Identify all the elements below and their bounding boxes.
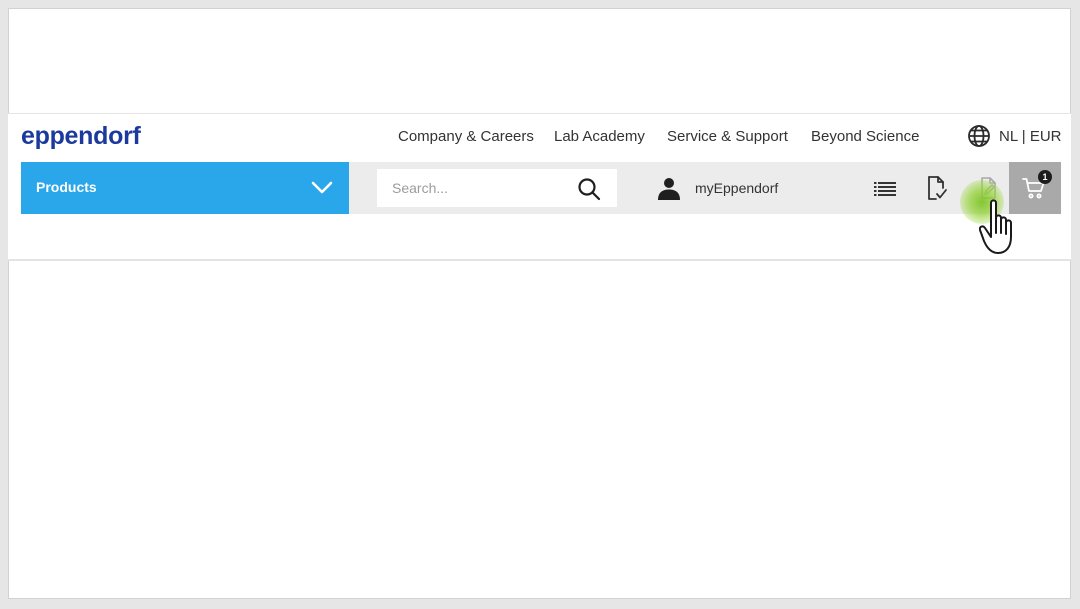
search-input[interactable] (377, 169, 567, 207)
globe-icon (968, 125, 990, 147)
site-header: eppendorf Company & Careers Lab Academy … (8, 113, 1071, 261)
screen-frame (8, 8, 1071, 599)
my-eppendorf-account[interactable]: myEppendorf (657, 175, 778, 201)
products-label: Products (36, 179, 97, 195)
language-currency-label: NL | EUR (999, 127, 1062, 145)
search-box (377, 169, 617, 207)
nav-link-beyond-science[interactable]: Beyond Science (811, 128, 919, 145)
user-icon (658, 178, 680, 200)
nav-link-service-support[interactable]: Service & Support (667, 128, 788, 145)
hand-pointer-cursor-icon (979, 199, 1012, 254)
main-navigation-bar: Products myEppendorf (21, 162, 1061, 214)
account-label: myEppendorf (695, 180, 779, 196)
search-icon[interactable] (577, 177, 601, 201)
chevron-down-icon (311, 181, 333, 194)
cart-count-badge: 1 (1038, 170, 1052, 184)
language-currency-selector[interactable]: NL | EUR (967, 124, 1062, 148)
document-check-icon[interactable] (924, 175, 950, 201)
list-icon[interactable] (872, 175, 898, 201)
nav-link-company-careers[interactable]: Company & Careers (398, 128, 534, 145)
products-menu-button[interactable]: Products (21, 162, 349, 214)
eppendorf-logo[interactable]: eppendorf (21, 122, 141, 151)
nav-link-lab-academy[interactable]: Lab Academy (554, 128, 645, 145)
